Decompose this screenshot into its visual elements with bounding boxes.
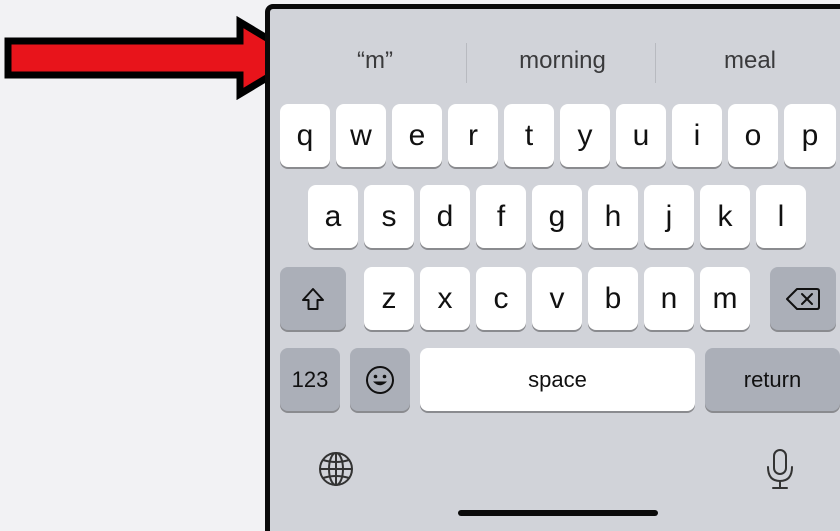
suggestion-divider	[655, 43, 656, 83]
suggestion-quoted[interactable]: “m”	[290, 33, 460, 89]
shift-key[interactable]	[280, 267, 346, 330]
key-p[interactable]: p	[784, 104, 836, 167]
key-i[interactable]: i	[672, 104, 722, 167]
numbers-key-label: 123	[291, 366, 329, 392]
key-o[interactable]: o	[728, 104, 778, 167]
key-y[interactable]: y	[560, 104, 610, 167]
key-h[interactable]: h	[588, 185, 638, 248]
key-v[interactable]: v	[532, 267, 582, 330]
backspace-icon	[786, 287, 820, 310]
key-s[interactable]: s	[364, 185, 414, 248]
key-b[interactable]: b	[588, 267, 638, 330]
space-key[interactable]: space	[420, 348, 695, 411]
home-indicator	[458, 510, 658, 516]
delete-key[interactable]	[770, 267, 836, 330]
key-w[interactable]: w	[336, 104, 386, 167]
emoji-key[interactable]	[350, 348, 410, 411]
suggestion-morning[interactable]: morning	[470, 33, 655, 89]
key-q[interactable]: q	[280, 104, 330, 167]
key-n[interactable]: n	[644, 267, 694, 330]
key-r[interactable]: r	[448, 104, 498, 167]
emoji-icon	[366, 365, 394, 394]
key-x[interactable]: x	[420, 267, 470, 330]
key-e[interactable]: e	[392, 104, 442, 167]
key-d[interactable]: d	[420, 185, 470, 248]
key-a[interactable]: a	[308, 185, 358, 248]
globe-button[interactable]	[316, 449, 356, 489]
suggestion-divider	[466, 43, 467, 83]
microphone-icon	[767, 449, 793, 489]
globe-icon	[319, 452, 353, 486]
return-key-label: return	[743, 366, 802, 392]
key-l[interactable]: l	[756, 185, 806, 248]
suggestion-bar: “m” morning meal	[270, 9, 840, 109]
key-j[interactable]: j	[644, 185, 694, 248]
key-f[interactable]: f	[476, 185, 526, 248]
numbers-key[interactable]: 123	[280, 348, 340, 411]
key-g[interactable]: g	[532, 185, 582, 248]
microphone-button[interactable]	[762, 447, 798, 493]
suggestion-meal[interactable]: meal	[660, 33, 840, 89]
keyboard: “m” morning meal q w e r t y u i o p a s…	[265, 4, 840, 531]
key-m[interactable]: m	[700, 267, 750, 330]
key-k[interactable]: k	[700, 185, 750, 248]
key-u[interactable]: u	[616, 104, 666, 167]
key-t[interactable]: t	[504, 104, 554, 167]
space-key-label: space	[528, 366, 587, 392]
return-key[interactable]: return	[705, 348, 840, 411]
key-z[interactable]: z	[364, 267, 414, 330]
key-c[interactable]: c	[476, 267, 526, 330]
shift-icon	[302, 287, 324, 310]
